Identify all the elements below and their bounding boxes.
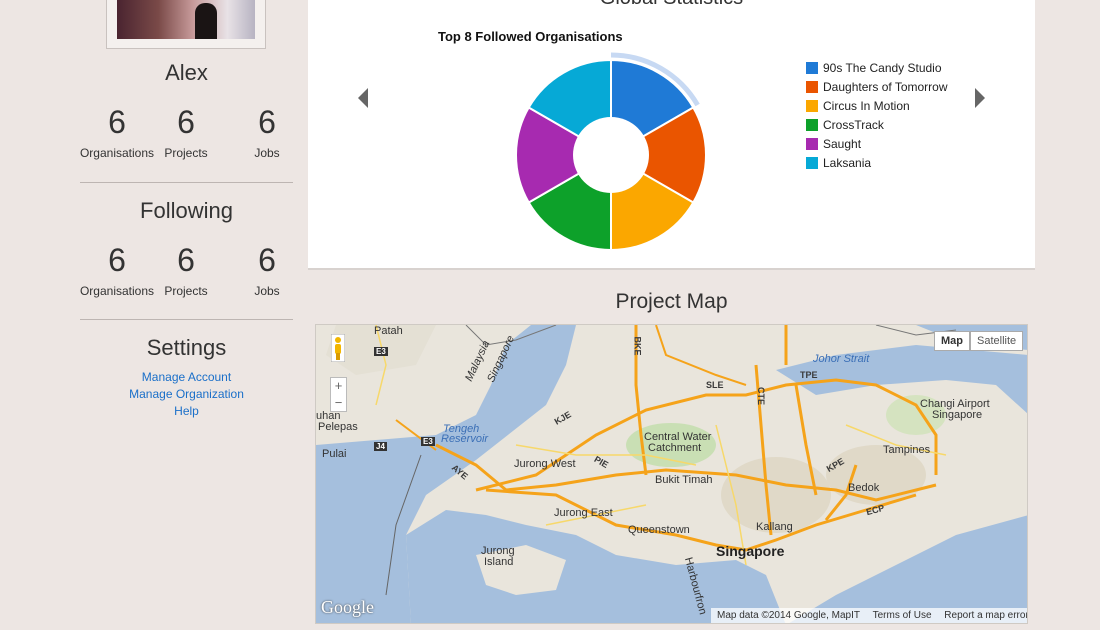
next-arrow-icon[interactable]	[973, 87, 987, 109]
map-label: Bukit Timah	[655, 474, 713, 486]
stat-jobs[interactable]: 6 Jobs	[227, 102, 307, 160]
zoom-out-button[interactable]: −	[331, 395, 346, 412]
global-statistics-panel: Global Statistics Top 8 Followed Organis…	[308, 0, 1035, 270]
legend-swatch	[806, 118, 818, 131]
legend-label: 90s The Candy Studio	[823, 60, 942, 75]
map-label: Reservoir	[441, 433, 489, 445]
map-type-satellite-button[interactable]: Satellite	[970, 331, 1024, 351]
legend-item[interactable]: Circus In Motion	[806, 96, 948, 115]
legend-swatch	[806, 156, 818, 169]
legend-swatch	[806, 137, 818, 150]
google-logo[interactable]: Google	[321, 597, 374, 618]
legend-item[interactable]: 90s The Candy Studio	[806, 58, 948, 77]
profile-avatar[interactable]	[106, 0, 266, 49]
chart-legend: 90s The Candy Studio Daughters of Tomorro…	[806, 58, 948, 172]
zoom-in-button[interactable]: +	[331, 378, 346, 395]
map-label: Catchment	[648, 442, 702, 454]
report-map-error-link[interactable]: Report a map error	[944, 610, 1027, 621]
map-attribution: Map data ©2014 Google, MapIT Terms of Us…	[711, 608, 1027, 623]
road-label: TPE	[800, 370, 818, 380]
legend-swatch	[806, 80, 818, 93]
map-label: Bedok	[848, 482, 880, 494]
following-stats: 6 Organisations 6 Projects 6 Jobs	[80, 240, 293, 300]
donut-chart	[515, 52, 707, 252]
following-organisations[interactable]: 6 Organisations	[77, 240, 157, 298]
legend-label: Daughters of Tomorrow	[823, 79, 948, 94]
following-title: Following	[140, 198, 233, 223]
map-label: Kallang	[756, 521, 793, 533]
zoom-control: + −	[330, 377, 347, 412]
profile-stats: 6 Organisations 6 Projects 6 Jobs	[80, 102, 293, 162]
manage-account-link[interactable]: Manage Account	[80, 369, 293, 386]
legend-item[interactable]: CrossTrack	[806, 115, 948, 134]
divider	[80, 182, 293, 183]
map-label: Johor Strait	[813, 353, 870, 365]
stat-value: 6	[177, 242, 195, 278]
legend-label: CrossTrack	[823, 117, 884, 132]
road-label: SLE	[706, 380, 724, 390]
legend-item[interactable]: Saught	[806, 134, 948, 153]
road-label: BKE	[632, 336, 643, 356]
stat-projects[interactable]: 6 Projects	[146, 102, 226, 160]
avatar-photo	[117, 0, 255, 39]
previous-arrow-icon[interactable]	[356, 87, 370, 109]
legend-label: Laksania	[823, 155, 872, 170]
global-statistics-title: Global Statistics	[308, 0, 1035, 10]
divider	[80, 319, 293, 320]
legend-item[interactable]: Daughters of Tomorrow	[806, 77, 948, 96]
stat-value: 6	[177, 104, 195, 140]
stat-value: 6	[258, 104, 276, 140]
map-type-map-button[interactable]: Map	[934, 331, 970, 351]
legend-item[interactable]: Laksania	[806, 153, 948, 172]
terms-of-use-link[interactable]: Terms of Use	[873, 610, 932, 621]
legend-swatch	[806, 61, 818, 74]
legend-label: Saught	[823, 136, 862, 151]
donut-hole	[573, 117, 649, 193]
map-label: Tampines	[883, 444, 931, 456]
route-shield: E3	[374, 347, 388, 356]
help-link[interactable]: Help	[80, 403, 293, 420]
manage-organization-link[interactable]: Manage Organization	[80, 386, 293, 403]
map-label: Pelepas	[318, 421, 358, 433]
map-label: Queenstown	[628, 524, 690, 536]
stat-label: Organisations	[79, 146, 155, 160]
map-label: Jurong West	[514, 458, 576, 470]
map-label: Island	[484, 556, 514, 568]
map-label: Jurong East	[554, 507, 613, 519]
chart-title: Top 8 Followed Organisations	[438, 29, 623, 44]
map-label: Patah	[374, 325, 403, 337]
legend-swatch	[806, 99, 818, 112]
map-label: Pulai	[322, 448, 347, 460]
following-jobs[interactable]: 6 Jobs	[227, 240, 307, 298]
stat-label: Jobs	[254, 146, 280, 160]
stat-label: Jobs	[254, 284, 280, 298]
stat-label: Organisations	[79, 284, 155, 298]
map-data-attribution: Map data ©2014 Google, MapIT	[717, 610, 860, 621]
settings-title: Settings	[146, 335, 227, 360]
street-view-pegman-icon[interactable]	[331, 334, 345, 362]
map-label-city: Singapore	[716, 543, 785, 559]
project-map-title: Project Map	[615, 290, 728, 313]
legend-label: Circus In Motion	[823, 98, 910, 113]
route-shield: E3	[421, 437, 435, 446]
stat-value: 6	[108, 104, 126, 140]
route-shield: J4	[374, 442, 387, 451]
profile-name: Alex	[165, 60, 208, 85]
stat-label: Projects	[164, 146, 208, 160]
stat-value: 6	[108, 242, 126, 278]
stat-value: 6	[258, 242, 276, 278]
map-label: Singapore	[932, 409, 983, 421]
settings-links: Manage Account Manage Organization Help	[80, 369, 293, 420]
project-map[interactable]: Patah Johor Strait Changi Airport Singap…	[315, 324, 1028, 624]
stat-organisations[interactable]: 6 Organisations	[77, 102, 157, 160]
stat-label: Projects	[164, 284, 208, 298]
road-label: CTE	[756, 387, 766, 405]
following-projects[interactable]: 6 Projects	[146, 240, 226, 298]
